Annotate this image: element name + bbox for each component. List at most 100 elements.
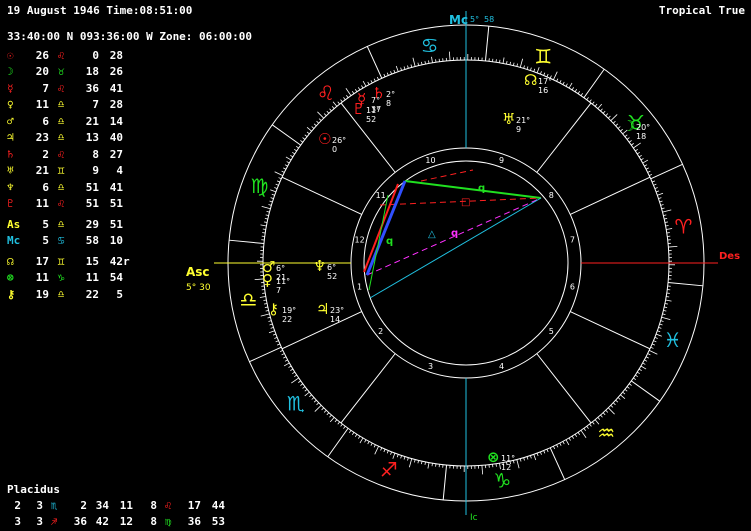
degree-tick	[376, 76, 379, 80]
degree-tick	[526, 66, 529, 70]
degree-tick	[424, 61, 426, 65]
degree-tick	[633, 377, 636, 381]
planet-degree: 2°	[386, 90, 395, 99]
degree-tick	[666, 228, 673, 230]
degree-tick	[390, 451, 392, 455]
degree-tick	[306, 131, 310, 135]
degree-tick	[304, 389, 308, 392]
zodiac-sign-glyph: ♏	[287, 391, 305, 415]
degree-tick	[562, 81, 565, 85]
degree-tick	[362, 80, 367, 87]
degree-tick	[268, 330, 275, 334]
des-label: Des	[719, 251, 740, 262]
house-cusp-line	[570, 311, 651, 350]
degree-tick	[540, 451, 542, 455]
degree-tick	[351, 90, 355, 94]
asc-label: Asc	[186, 265, 210, 279]
degree-tick	[359, 437, 364, 444]
degree-tick	[407, 457, 409, 461]
degree-tick	[533, 454, 537, 461]
degree-tick	[644, 164, 648, 167]
degree-tick	[271, 193, 275, 196]
degree-tick	[278, 177, 282, 180]
degree-tick	[316, 402, 320, 406]
planet-degree: 17°	[538, 77, 552, 86]
degree-tick	[311, 126, 315, 129]
degree-tick	[481, 465, 484, 475]
planet-glyph: ☊	[524, 71, 537, 89]
degree-tick	[290, 155, 294, 158]
degree-tick	[592, 421, 595, 425]
degree-tick	[661, 316, 671, 321]
degree-tick	[657, 330, 661, 333]
aspect-mark: q	[386, 236, 393, 247]
degree-tick	[361, 85, 364, 89]
degree-tick	[602, 110, 606, 114]
degree-tick	[414, 459, 416, 463]
house-cusp-line	[536, 353, 592, 424]
house-number: 8	[549, 191, 554, 200]
degree-tick	[374, 446, 379, 455]
degree-tick	[628, 383, 632, 386]
degree-tick	[659, 323, 663, 326]
degree-tick	[660, 204, 664, 206]
planet-degree: 6°	[276, 264, 285, 273]
degree-tick	[264, 221, 268, 223]
degree-tick	[592, 101, 595, 105]
degree-tick	[334, 419, 338, 423]
sign-boundary	[583, 68, 605, 99]
degree-tick	[358, 435, 361, 439]
degree-tick	[292, 371, 296, 375]
house-number: 2	[378, 327, 383, 336]
degree-tick	[261, 205, 271, 210]
degree-tick	[264, 303, 268, 305]
degree-tick	[580, 430, 587, 438]
degree-tick	[664, 306, 668, 308]
degree-tick	[546, 449, 549, 453]
degree-tick	[556, 444, 559, 448]
degree-tick	[568, 437, 571, 441]
degree-tick	[656, 190, 660, 193]
degree-tick	[276, 180, 280, 183]
degree-tick	[649, 173, 653, 176]
degree-tick	[571, 435, 574, 439]
zodiac-sign-glyph: ♓	[664, 328, 682, 352]
degree-tick	[286, 161, 290, 164]
degree-tick	[645, 167, 649, 170]
sign-boundary	[484, 26, 490, 61]
degree-tick	[626, 137, 630, 140]
planet-degree: 19°	[282, 306, 296, 315]
degree-tick	[556, 78, 559, 82]
degree-tick	[647, 170, 651, 173]
sign-boundary	[366, 46, 383, 79]
planet-minutes: 52	[327, 272, 337, 281]
degree-tick	[589, 99, 592, 103]
degree-tick	[668, 245, 678, 248]
degree-tick	[329, 108, 332, 112]
degree-tick	[300, 383, 304, 386]
degree-tick	[281, 170, 285, 173]
degree-tick	[658, 197, 662, 199]
planet-glyph: ♆	[313, 257, 326, 275]
degree-tick	[642, 362, 646, 365]
planet-degree: 11°	[276, 277, 290, 286]
natal-chart-wheel: ♋ ♊♉♈♓♒♑♐♏♎♍♌123 456789101112Mc 5° 58IcAsc5°…	[186, 11, 740, 523]
degree-tick	[574, 89, 578, 93]
degree-tick	[652, 180, 656, 183]
degree-tick	[276, 343, 280, 346]
degree-tick	[370, 80, 373, 84]
degree-tick	[343, 425, 346, 429]
planet-glyph: ⊗	[487, 448, 500, 466]
degree-tick	[536, 453, 539, 457]
house-number: 9	[499, 156, 504, 165]
degree-tick	[270, 327, 274, 329]
degree-tick	[523, 457, 525, 461]
zodiac-sign-glyph: ♈	[675, 215, 693, 239]
degree-tick	[407, 65, 409, 69]
planet-degree: 21°	[516, 116, 530, 125]
degree-tick	[553, 446, 556, 450]
degree-tick	[519, 58, 524, 68]
degree-tick	[607, 115, 611, 119]
degree-tick	[424, 461, 426, 465]
degree-tick	[302, 137, 306, 140]
